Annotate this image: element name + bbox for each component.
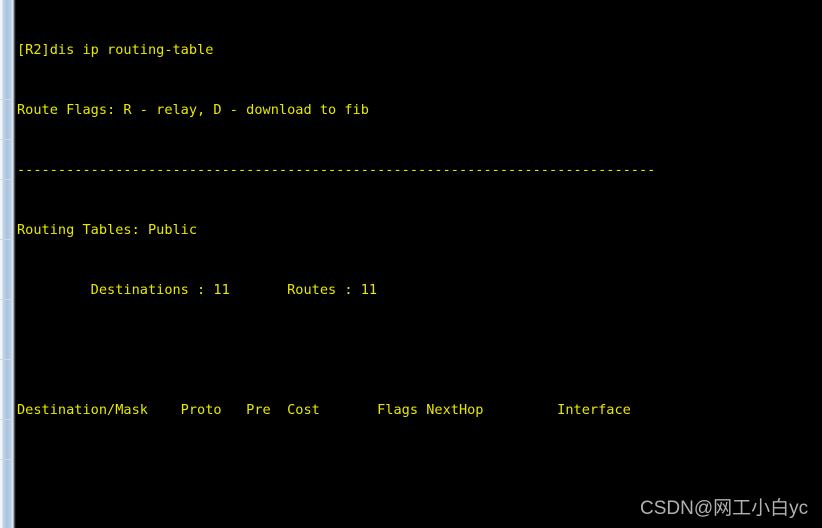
table-column-headers: Destination/Mask Proto Pre Cost Flags Ne…	[17, 402, 631, 418]
command-prompt-line: [R2]dis ip routing-table	[17, 42, 214, 58]
blank-line-1	[17, 340, 822, 360]
route-flags-legend: Route Flags: R - relay, D - download to …	[17, 102, 369, 118]
window-left-edge-scrollbar[interactable]	[0, 0, 17, 528]
blank-line-2	[17, 460, 822, 480]
routing-table-scope: Routing Tables: Public	[17, 222, 198, 238]
terminal-window: [R2]dis ip routing-table Route Flags: R …	[0, 0, 822, 528]
horizontal-separator: ----------------------------------------…	[17, 162, 656, 178]
route-summary-counts: Destinations : 11 Routes : 11	[17, 282, 378, 298]
terminal-output-area[interactable]: [R2]dis ip routing-table Route Flags: R …	[17, 0, 822, 528]
